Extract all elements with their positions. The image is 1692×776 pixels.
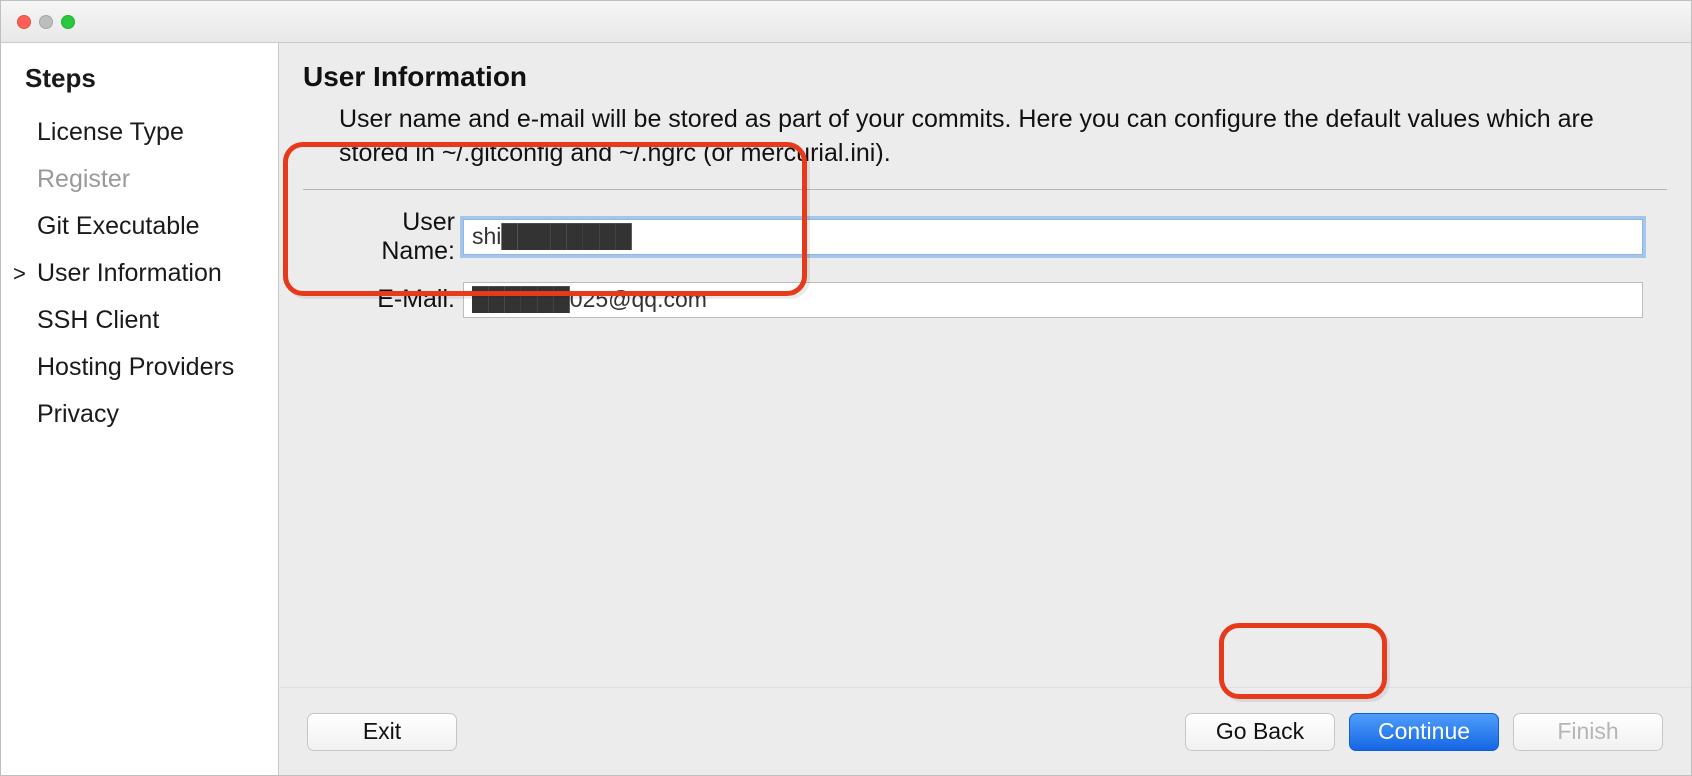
user-info-form: User Name: E-Mail: (303, 190, 1667, 318)
step-label: Hosting Providers (37, 353, 234, 382)
step-label: License Type (37, 118, 184, 147)
continue-button[interactable]: Continue (1349, 713, 1499, 751)
email-label: E-Mail: (327, 285, 463, 314)
sidebar-title: Steps (25, 63, 278, 94)
step-label: User Information (37, 259, 222, 288)
close-window-button[interactable] (17, 15, 31, 29)
page-description: User name and e-mail will be stored as p… (303, 103, 1667, 171)
email-input[interactable] (463, 282, 1643, 318)
go-back-button[interactable]: Go Back (1185, 713, 1335, 751)
step-ssh-client[interactable]: SSH Client (25, 306, 278, 335)
step-license-type[interactable]: License Type (25, 118, 278, 147)
step-label: SSH Client (37, 306, 159, 335)
main-pane: User Information User name and e-mail wi… (279, 43, 1691, 775)
step-git-executable[interactable]: Git Executable (25, 212, 278, 241)
zoom-window-button[interactable] (61, 15, 75, 29)
step-label: Privacy (37, 400, 119, 429)
step-label: Git Executable (37, 212, 200, 241)
step-user-information[interactable]: User Information (25, 259, 278, 288)
username-label: User Name: (327, 208, 463, 266)
finish-button: Finish (1513, 713, 1663, 751)
step-hosting-providers[interactable]: Hosting Providers (25, 353, 278, 382)
step-register: Register (25, 165, 278, 194)
steps-sidebar: Steps License Type Register Git Executab… (1, 43, 279, 775)
titlebar (1, 1, 1691, 43)
page-title: User Information (303, 61, 1667, 93)
button-bar: Exit Go Back Continue Finish (279, 687, 1691, 775)
minimize-window-button[interactable] (39, 15, 53, 29)
username-input[interactable] (463, 219, 1643, 255)
step-privacy[interactable]: Privacy (25, 400, 278, 429)
step-label: Register (37, 165, 130, 194)
exit-button[interactable]: Exit (307, 713, 457, 751)
